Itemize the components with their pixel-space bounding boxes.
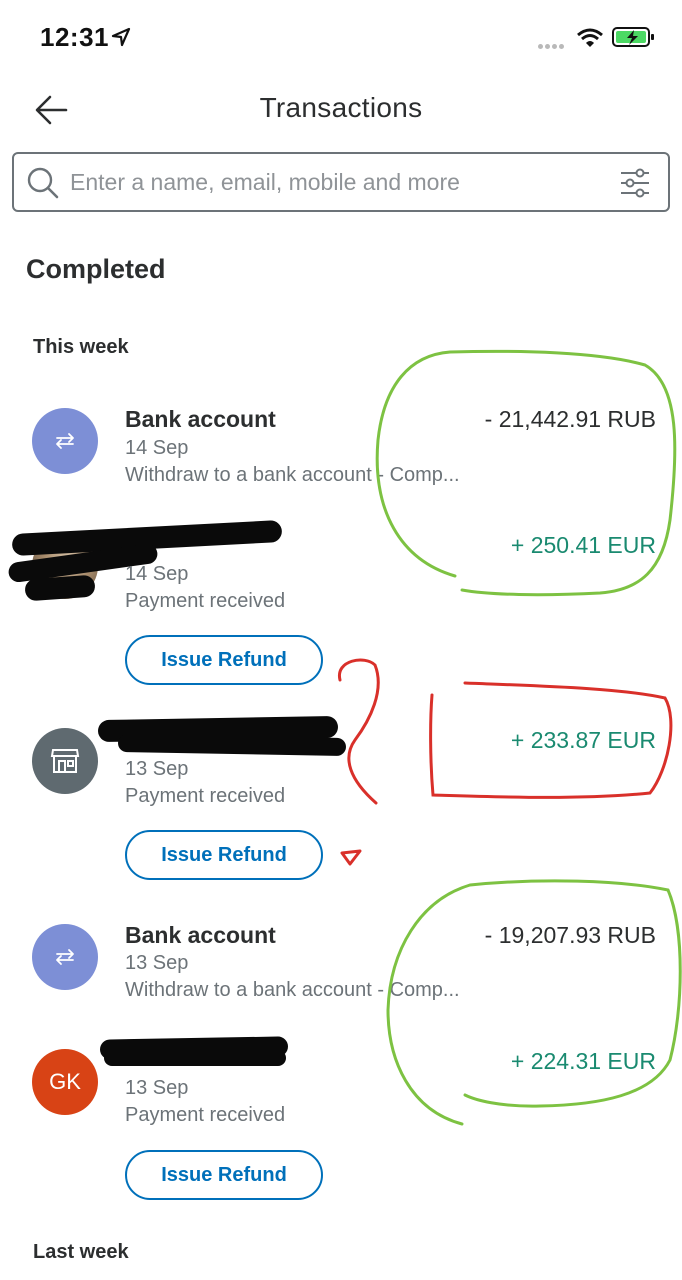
transaction-amount: - 21,442.91 RUB: [484, 406, 656, 432]
bank-transfer-icon: [56, 433, 74, 449]
issue-refund-button[interactable]: Issue Refund: [125, 635, 323, 685]
app-header: Transactions: [0, 80, 682, 136]
transaction-description: Payment received: [125, 590, 286, 612]
search-bar: [12, 152, 670, 212]
bank-avatar: [32, 408, 98, 474]
issue-refund-button[interactable]: Issue Refund: [125, 1150, 323, 1200]
redaction-mark: [24, 574, 96, 602]
search-icon: [27, 167, 59, 199]
transaction-amount: - 19,207.93 RUB: [484, 922, 656, 948]
search-input[interactable]: [70, 162, 610, 202]
initials-avatar: GK: [32, 1049, 98, 1115]
page-title: Transactions: [259, 92, 423, 123]
transaction-date: 14 Sep: [125, 563, 189, 585]
group-label-last-week: Last week: [33, 1241, 129, 1263]
red-annotation-mark: [340, 849, 362, 866]
transaction-date: 13 Sep: [125, 952, 189, 974]
section-title-completed: Completed: [26, 254, 166, 284]
store-avatar: [32, 728, 98, 794]
filter-sliders-icon[interactable]: [618, 166, 652, 200]
transaction-date: 14 Sep: [125, 437, 189, 459]
redaction-mark: [104, 1050, 286, 1066]
transaction-description: Withdraw to a bank account - Comp...: [125, 464, 460, 486]
bank-transfer-icon: [56, 949, 74, 965]
red-annotation-brace: [338, 658, 380, 805]
transaction-name: Bank account: [125, 406, 276, 432]
bank-avatar: [32, 924, 98, 990]
transaction-date: 13 Sep: [125, 758, 189, 780]
status-time: 12:31: [40, 22, 109, 52]
transaction-amount: + 233.87 EUR: [510, 727, 656, 753]
signal-icon: [538, 36, 566, 54]
issue-refund-button[interactable]: Issue Refund: [125, 830, 323, 880]
redaction-mark: [117, 734, 347, 756]
transaction-description: Payment received: [125, 785, 286, 807]
store-icon: [50, 749, 80, 773]
battery-charging-icon: [612, 27, 654, 47]
group-label-this-week: This week: [33, 336, 129, 358]
location-arrow-icon: [111, 27, 131, 47]
transaction-name: Bank account: [125, 922, 276, 948]
transaction-amount: + 224.31 EUR: [510, 1048, 656, 1074]
transaction-description: Withdraw to a bank account - Comp...: [125, 979, 460, 1001]
transaction-amount: + 250.41 EUR: [510, 532, 656, 558]
transaction-description: Payment received: [125, 1104, 286, 1126]
transaction-date: 13 Sep: [125, 1077, 189, 1099]
green-annotation-loop: [386, 879, 682, 1126]
wifi-icon: [577, 28, 603, 47]
status-bar: 12:31: [0, 0, 682, 70]
